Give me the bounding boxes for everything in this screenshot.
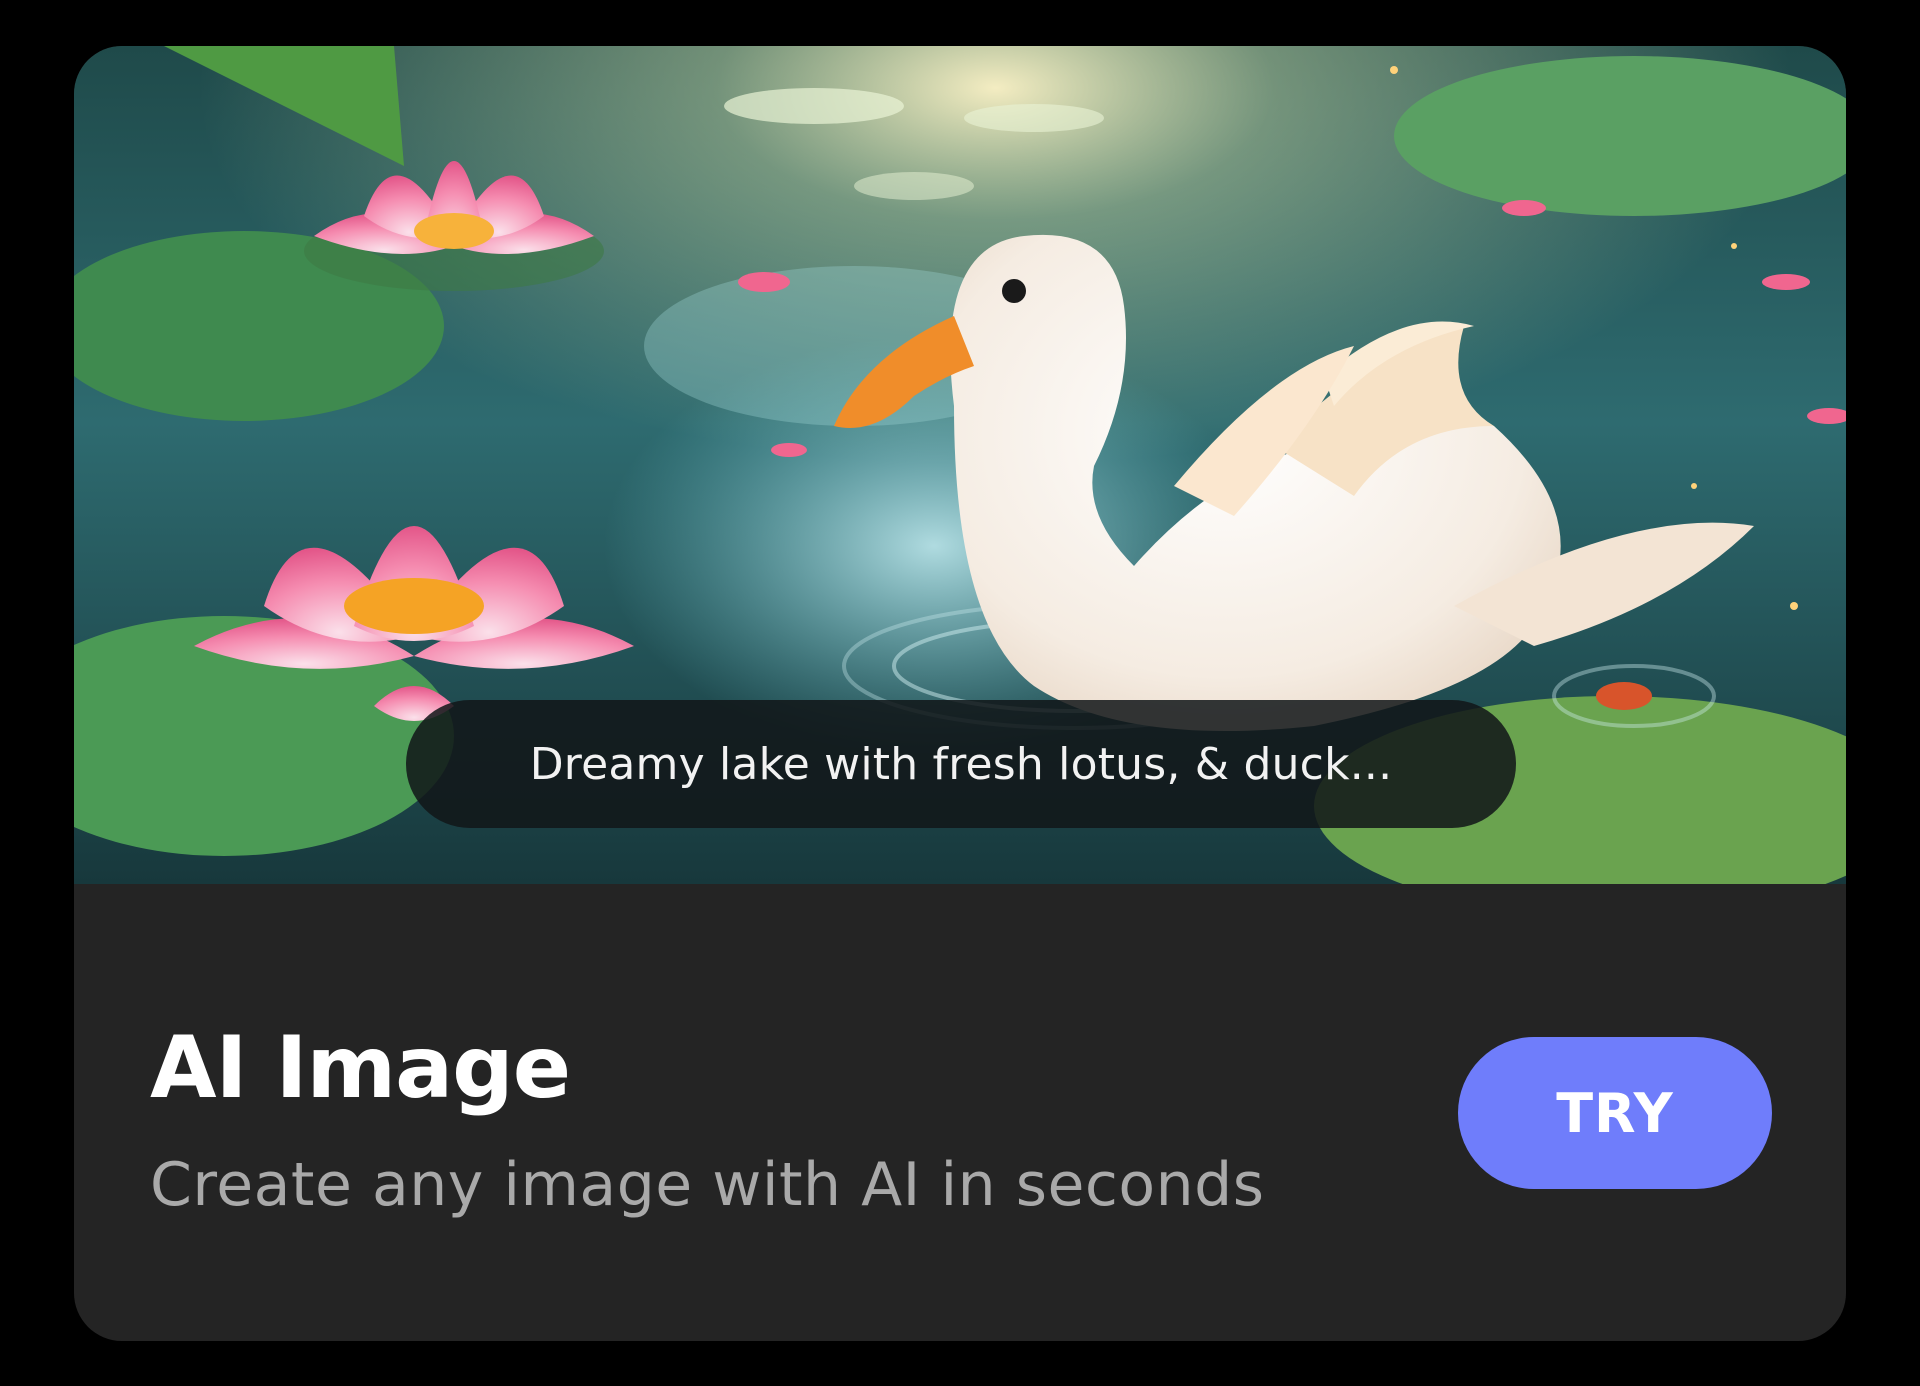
card-subtitle: Create any image with AI in seconds: [150, 1150, 1265, 1220]
hero-image: Dreamy lake with fresh lotus, & duck...: [74, 46, 1846, 884]
try-button[interactable]: TRY: [1458, 1037, 1772, 1189]
prompt-text: Dreamy lake with fresh lotus, & duck...: [529, 738, 1393, 790]
card-title: AI Image: [150, 1018, 571, 1118]
ai-image-card[interactable]: Dreamy lake with fresh lotus, & duck... …: [74, 46, 1846, 1341]
prompt-caption: Dreamy lake with fresh lotus, & duck...: [406, 700, 1516, 828]
